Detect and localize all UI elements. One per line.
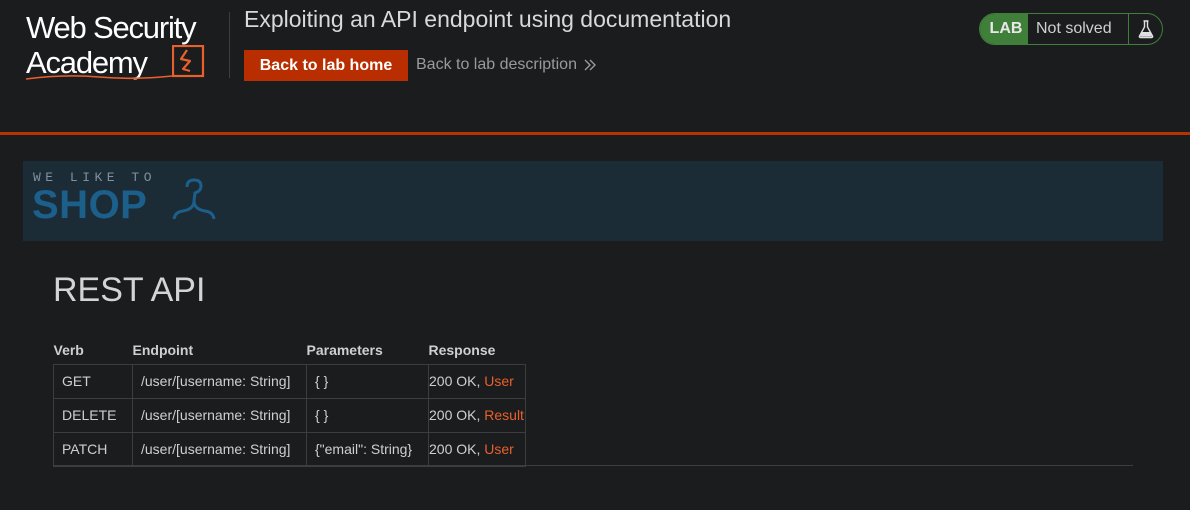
chevron-right-double-icon (584, 59, 596, 71)
column-header-response: Response (428, 342, 496, 359)
lab-status-text: Not solved (1036, 20, 1112, 37)
back-to-lab-description-link[interactable]: Back to lab description (416, 56, 597, 74)
endpoint-cell: /user/[username: String] (132, 363, 307, 399)
parameters-cell: { } (306, 397, 429, 433)
lab-badge: LAB (980, 14, 1028, 44)
academy-header: Web Security Academy Exploiting an API e… (0, 0, 1190, 135)
header-bottom-rule (0, 132, 1190, 135)
response-type-link[interactable]: User (484, 373, 514, 389)
table-row: DELETE /user/[username: String] { } 200 … (53, 397, 526, 433)
verb-cell: GET (53, 363, 133, 399)
parameters-cell: { } (306, 363, 429, 399)
response-type-link[interactable]: User (484, 441, 514, 457)
response-cell: 200 OK, User (428, 431, 526, 467)
web-security-academy-logo[interactable]: Web Security Academy (24, 10, 224, 82)
verb-cell: DELETE (53, 397, 133, 433)
logo-text-line1: Web Security (26, 10, 197, 45)
table-header-row: Verb Endpoint Parameters Response (54, 337, 526, 364)
lightning-bolt-icon (172, 45, 205, 78)
table-row: GET /user/[username: String] { } 200 OK,… (53, 363, 526, 399)
shop-logo-text[interactable]: SHOP (32, 183, 147, 228)
flask-icon (1138, 20, 1153, 39)
endpoint-cell: /user/[username: String] (132, 397, 307, 433)
response-status: 200 OK, (429, 373, 485, 389)
column-header-endpoint: Endpoint (132, 342, 194, 359)
hanger-icon (172, 178, 216, 220)
column-header-parameters: Parameters (306, 342, 383, 359)
response-status: 200 OK, (429, 441, 485, 457)
parameters-cell: {"email": String} (306, 431, 429, 467)
response-cell: 200 OK, Result (428, 397, 526, 433)
api-endpoint-table: Verb Endpoint Parameters Response GET /u… (53, 337, 526, 467)
lab-status-widget: LAB Not solved (979, 13, 1163, 45)
response-type-link[interactable]: Result (484, 407, 524, 423)
response-cell: 200 OK, User (428, 363, 526, 399)
back-to-lab-home-button[interactable]: Back to lab home (244, 50, 408, 81)
header-divider (229, 12, 230, 78)
back-to-lab-description-label: Back to lab description (416, 56, 577, 73)
endpoint-cell: /user/[username: String] (132, 431, 307, 467)
lab-flask-container (1128, 14, 1162, 44)
response-status: 200 OK, (429, 407, 485, 423)
logo-underline-swoosh (25, 75, 173, 80)
table-row: PATCH /user/[username: String] {"email":… (53, 431, 526, 467)
shop-banner: WE LIKE TO SHOP (23, 161, 1163, 241)
page-heading: REST API (53, 271, 206, 309)
content-bottom-rule (53, 465, 1133, 466)
lab-title: Exploiting an API endpoint using documen… (244, 6, 732, 32)
column-header-verb: Verb (53, 342, 84, 359)
verb-cell: PATCH (53, 431, 133, 467)
